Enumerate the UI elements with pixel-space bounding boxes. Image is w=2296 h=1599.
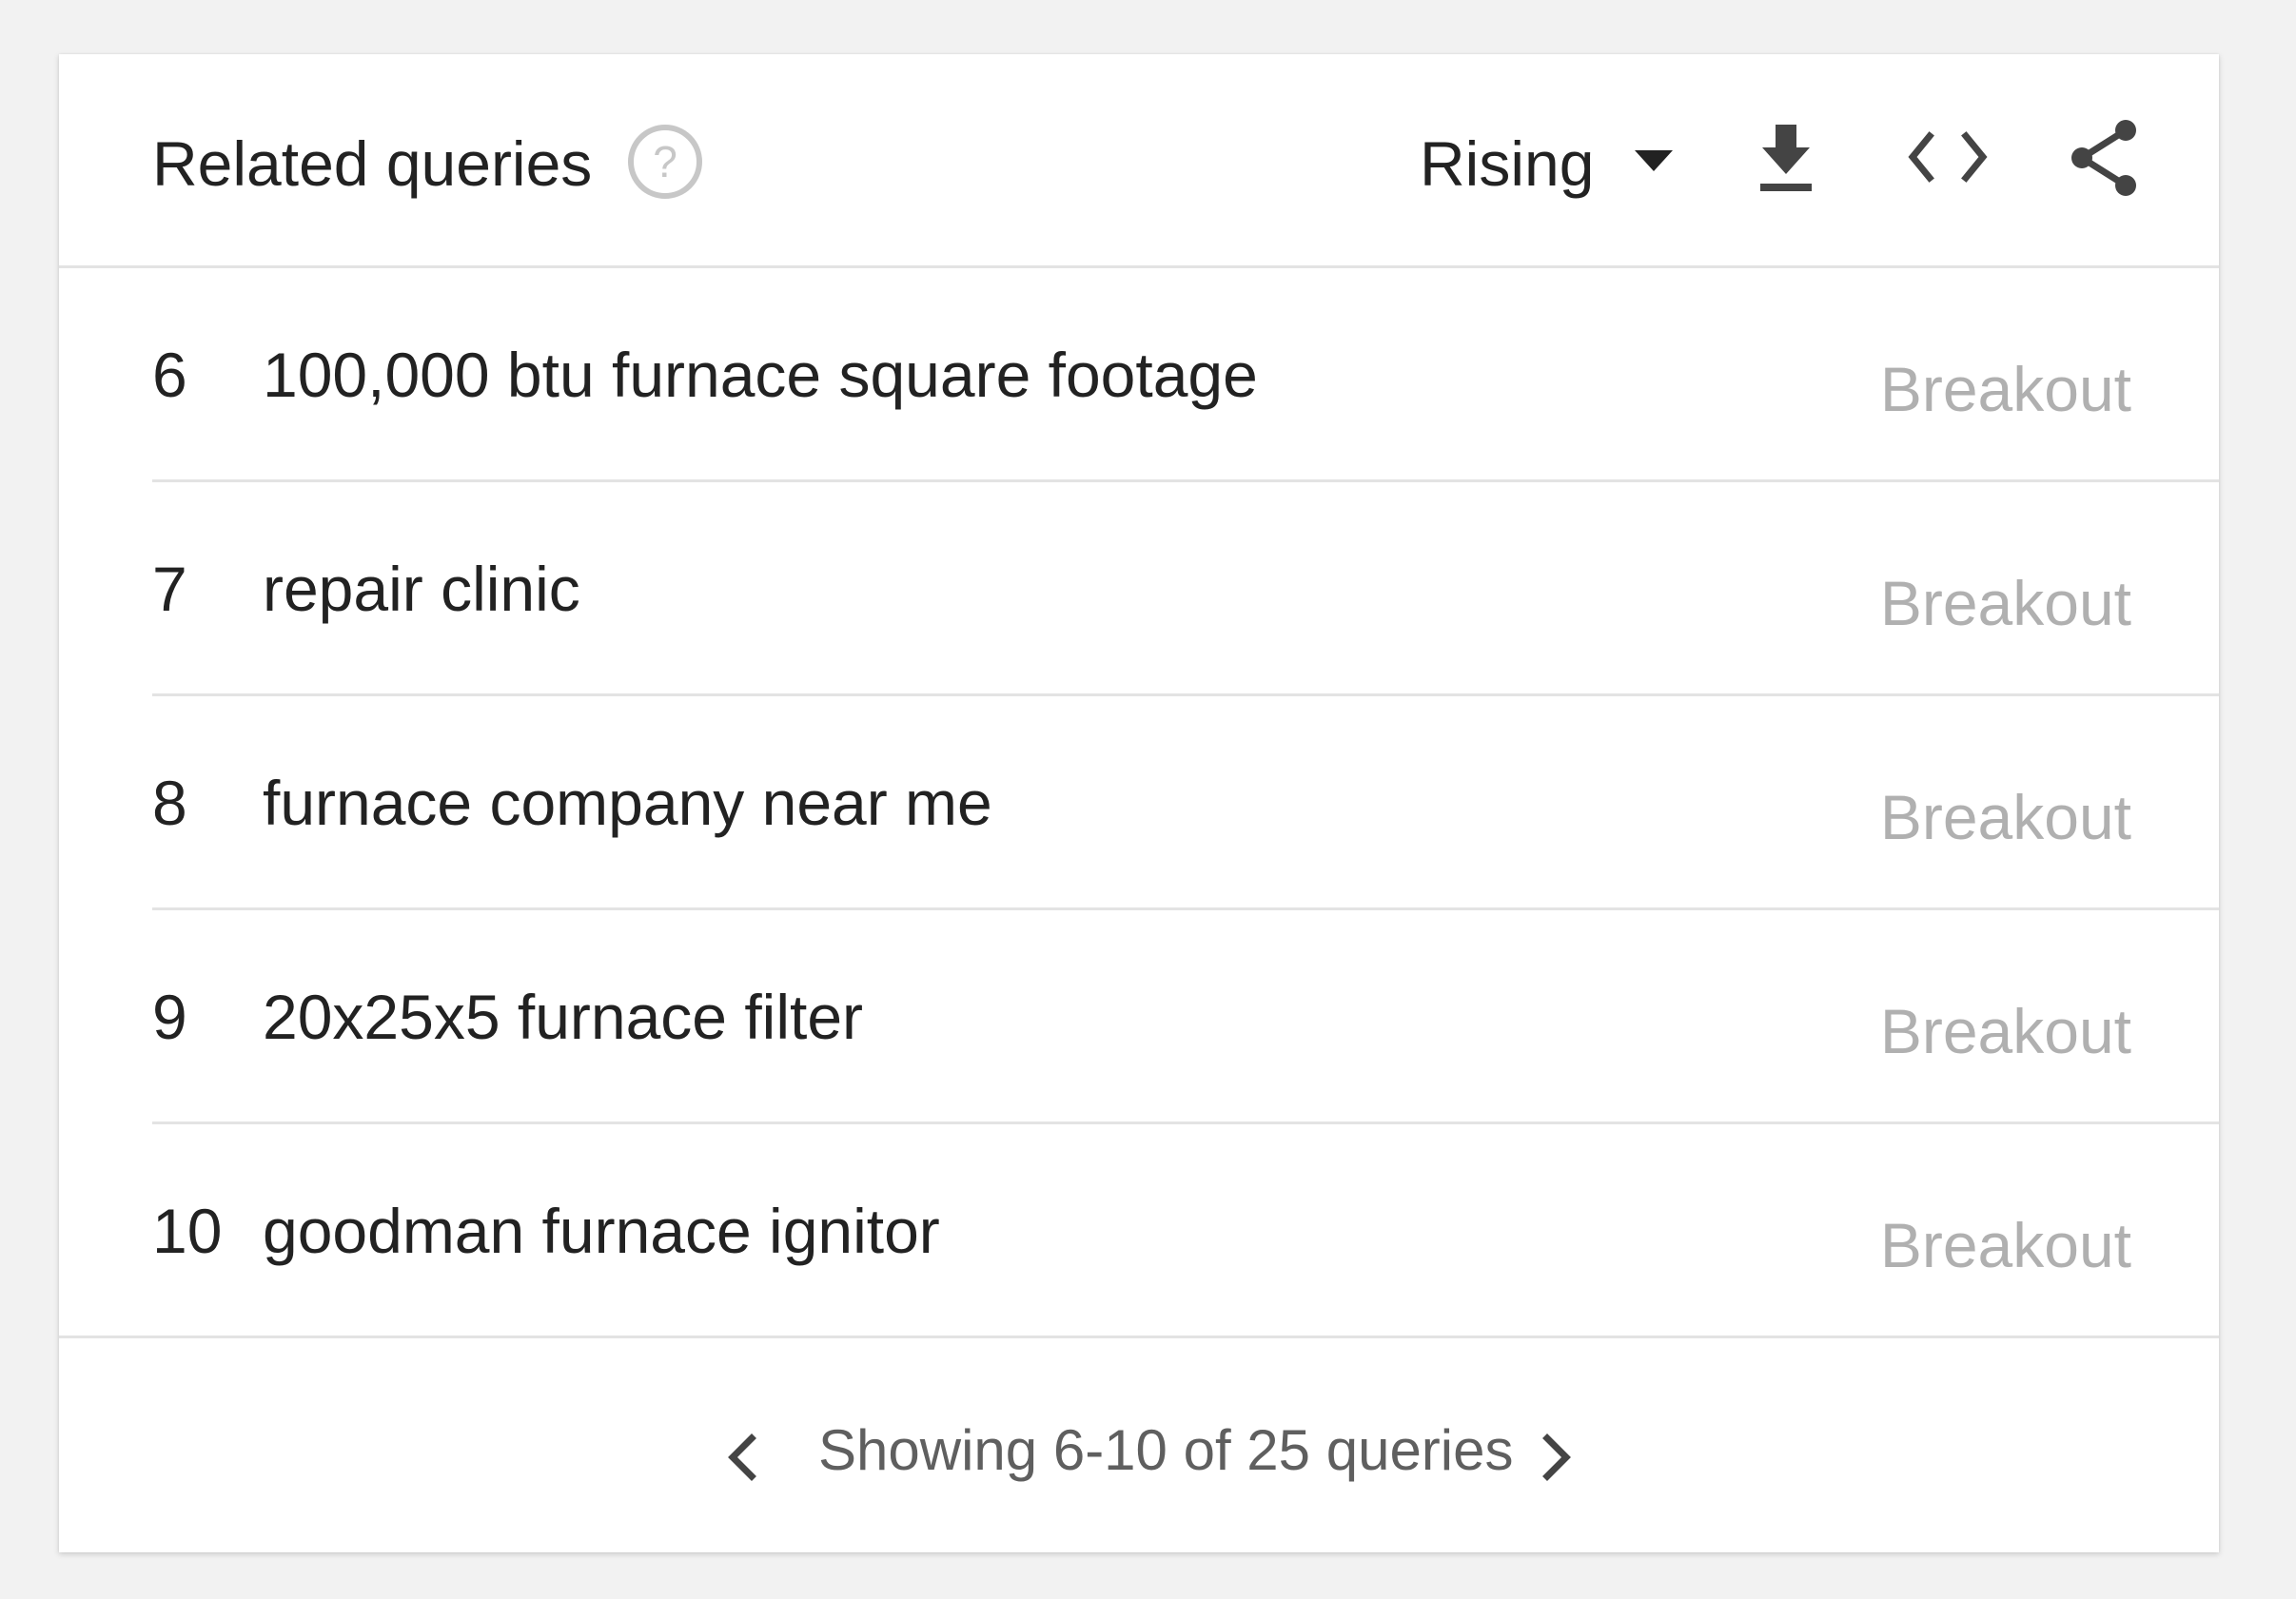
query-value: Breakout bbox=[1879, 354, 2131, 424]
query-rank: 9 bbox=[152, 982, 187, 1052]
query-text[interactable]: furnace company near me bbox=[263, 765, 992, 841]
query-row[interactable]: 10 goodman furnace ignitor Breakout bbox=[59, 1124, 2219, 1338]
query-row[interactable]: 7 repair clinic Breakout bbox=[59, 482, 2219, 696]
query-text[interactable]: 20x25x5 furnace filter bbox=[263, 979, 863, 1055]
chevron-left-icon[interactable] bbox=[714, 1419, 771, 1495]
row-divider bbox=[59, 1336, 2219, 1338]
related-queries-card: Related queries ? Rising 6 100,000 btu f… bbox=[59, 54, 2219, 1552]
query-text[interactable]: repair clinic bbox=[263, 551, 580, 627]
query-rank: 7 bbox=[152, 554, 187, 624]
query-text[interactable]: goodman furnace ignitor bbox=[263, 1193, 940, 1269]
query-list: 6 100,000 btu furnace square footage Bre… bbox=[59, 268, 2219, 1338]
query-text[interactable]: 100,000 btu furnace square footage bbox=[263, 337, 1258, 413]
filter-selected-label: Rising bbox=[1420, 128, 1595, 199]
query-row[interactable]: 6 100,000 btu furnace square footage Bre… bbox=[59, 268, 2219, 482]
embed-code-icon[interactable] bbox=[1907, 130, 1989, 184]
query-value: Breakout bbox=[1879, 568, 2131, 638]
query-row[interactable]: 9 20x25x5 furnace filter Breakout bbox=[59, 910, 2219, 1124]
query-value: Breakout bbox=[1879, 996, 2131, 1066]
download-icon[interactable] bbox=[1756, 123, 1815, 193]
query-value: Breakout bbox=[1879, 1210, 2131, 1280]
query-row[interactable]: 8 furnace company near me Breakout bbox=[59, 696, 2219, 910]
help-icon[interactable]: ? bbox=[625, 122, 705, 202]
share-icon[interactable] bbox=[2065, 117, 2143, 199]
rising-filter-dropdown[interactable]: Rising bbox=[1404, 113, 1709, 208]
query-rank: 8 bbox=[152, 768, 187, 838]
svg-text:?: ? bbox=[653, 137, 677, 186]
card-title: Related queries bbox=[152, 128, 593, 199]
query-rank: 10 bbox=[152, 1196, 223, 1266]
pagination-status: Showing 6-10 of 25 queries bbox=[818, 1418, 1514, 1482]
pagination: Showing 6-10 of 25 queries bbox=[59, 1341, 2219, 1552]
chevron-right-icon[interactable] bbox=[1528, 1419, 1585, 1495]
card-header: Related queries ? Rising bbox=[59, 54, 2219, 268]
query-value: Breakout bbox=[1879, 782, 2131, 852]
dropdown-arrow-icon bbox=[1635, 150, 1673, 171]
query-rank: 6 bbox=[152, 340, 187, 410]
